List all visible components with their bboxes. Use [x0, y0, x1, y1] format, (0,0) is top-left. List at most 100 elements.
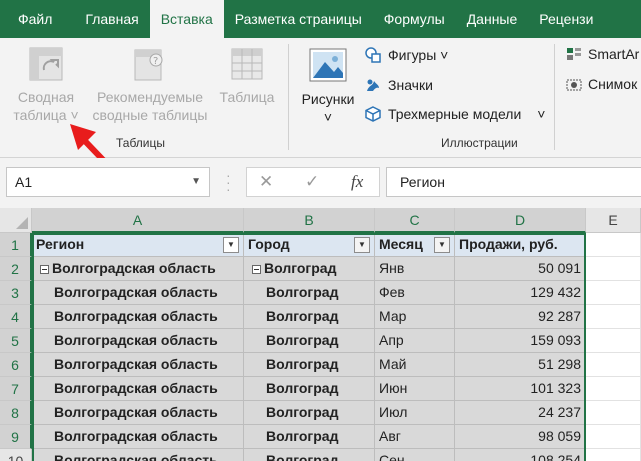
name-box[interactable]: A1 ▼: [6, 167, 210, 197]
row-header[interactable]: 3: [0, 281, 32, 305]
table-cell[interactable]: Волгоград: [244, 449, 375, 461]
table-cell[interactable]: 24 237: [455, 401, 586, 425]
table-cell[interactable]: Волгоград: [244, 353, 375, 377]
shapes-button[interactable]: Фигуры ˅: [364, 46, 448, 64]
empty-cell[interactable]: [586, 377, 641, 401]
tab-insert[interactable]: Вставка: [149, 0, 224, 38]
empty-cell[interactable]: [586, 425, 641, 449]
table-cell[interactable]: 50 091: [455, 257, 586, 281]
empty-cell[interactable]: [586, 257, 641, 281]
table-cell[interactable]: Волгоградская область: [32, 401, 244, 425]
table-cell[interactable]: 101 323: [455, 377, 586, 401]
filter-dropdown-icon[interactable]: ▼: [434, 237, 450, 253]
table-cell[interactable]: Мар: [375, 305, 455, 329]
empty-cell[interactable]: [586, 449, 641, 461]
table-cell[interactable]: Волгоград: [244, 305, 375, 329]
table-cell[interactable]: Волгоград: [244, 425, 375, 449]
table-cell[interactable]: Волгоградская область: [32, 257, 244, 281]
pivot-table-button[interactable]: Сводная таблица ˅: [8, 46, 84, 124]
column-header-d[interactable]: D: [455, 208, 586, 233]
row-header[interactable]: 5: [0, 329, 32, 353]
3d-models-button[interactable]: Трехмерные модели ˅: [364, 105, 545, 123]
tab-formulas[interactable]: Формулы: [373, 0, 456, 38]
empty-cell[interactable]: [586, 281, 641, 305]
chevron-down-icon[interactable]: ▼: [191, 168, 201, 196]
table-cell[interactable]: Июл: [375, 401, 455, 425]
recommended-pivot-button[interactable]: ? Рекомендуемые сводные таблицы: [88, 46, 212, 124]
empty-cell[interactable]: [586, 329, 641, 353]
filter-active-icon[interactable]: ▼: [223, 237, 239, 253]
column-header-e[interactable]: E: [586, 208, 641, 233]
tab-page-layout[interactable]: Разметка страницы: [224, 0, 373, 38]
table-cell[interactable]: 92 287: [455, 305, 586, 329]
table-cell[interactable]: Апр: [375, 329, 455, 353]
pivot-header-cell[interactable]: Регион ▼: [32, 233, 244, 257]
insert-function-icon[interactable]: fx: [351, 168, 363, 196]
row-header[interactable]: 2: [0, 257, 32, 281]
select-all-corner[interactable]: [0, 208, 32, 233]
filter-dropdown-icon[interactable]: ▼: [354, 237, 370, 253]
3d-models-dropdown[interactable]: ˅: [537, 106, 545, 122]
row-header[interactable]: 6: [0, 353, 32, 377]
cancel-icon[interactable]: ✕: [259, 168, 273, 196]
cell-value: 50 091: [538, 260, 581, 276]
pivot-header-cell[interactable]: Продажи, руб.: [455, 233, 586, 257]
collapse-icon[interactable]: [252, 265, 261, 274]
tab-file[interactable]: Файл: [0, 0, 74, 38]
table-cell[interactable]: Волгоградская область: [32, 449, 244, 461]
screenshot-button[interactable]: Снимок: [566, 76, 637, 92]
table-cell[interactable]: Волгоград: [244, 377, 375, 401]
table-cell[interactable]: Сен: [375, 449, 455, 461]
formula-input[interactable]: Регион: [386, 167, 641, 197]
table-cell[interactable]: Волгоградская область: [32, 281, 244, 305]
collapse-icon[interactable]: [40, 265, 49, 274]
pivot-table-label-1: Сводная: [17, 89, 75, 105]
column-header-a[interactable]: A: [32, 208, 244, 233]
row-header[interactable]: 4: [0, 305, 32, 329]
row-header[interactable]: 1: [0, 233, 32, 257]
smartart-button[interactable]: SmartAr: [566, 46, 639, 62]
enter-icon[interactable]: ✓: [305, 168, 319, 196]
empty-cell[interactable]: [586, 353, 641, 377]
table-cell[interactable]: Волгоград: [244, 281, 375, 305]
row-header[interactable]: 7: [0, 377, 32, 401]
illustrations-group-label: Иллюстрации: [441, 136, 518, 150]
table-cell[interactable]: Янв: [375, 257, 455, 281]
tab-review[interactable]: Рецензи: [528, 0, 604, 38]
table-cell[interactable]: Волгоград: [244, 401, 375, 425]
row-header[interactable]: 8: [0, 401, 32, 425]
table-cell[interactable]: Авг: [375, 425, 455, 449]
row-header[interactable]: 10: [0, 449, 32, 461]
table-cell[interactable]: Волгоградская область: [32, 329, 244, 353]
column-header-b[interactable]: B: [244, 208, 375, 233]
pivot-header-cell[interactable]: Город ▼: [244, 233, 375, 257]
table-cell[interactable]: 51 298: [455, 353, 586, 377]
table-cell[interactable]: Волгоградская область: [32, 377, 244, 401]
empty-cell[interactable]: [586, 401, 641, 425]
table-cell[interactable]: 98 059: [455, 425, 586, 449]
table-cell[interactable]: Волгоградская область: [32, 425, 244, 449]
empty-cell[interactable]: [586, 305, 641, 329]
icons-button[interactable]: Значки: [364, 76, 433, 94]
table-cell[interactable]: 108 254: [455, 449, 586, 461]
table-cell[interactable]: 129 432: [455, 281, 586, 305]
cell-value: 92 287: [538, 308, 581, 324]
table-cell[interactable]: Волгоград: [244, 329, 375, 353]
camera-icon: [566, 79, 582, 91]
table-cell[interactable]: Волгоградская область: [32, 353, 244, 377]
table-cell[interactable]: Фев: [375, 281, 455, 305]
tab-data[interactable]: Данные: [456, 0, 529, 38]
pivot-header-cell[interactable]: Месяц ▼: [375, 233, 455, 257]
column-header-c[interactable]: C: [375, 208, 455, 233]
table-cell[interactable]: Волгоградская область: [32, 305, 244, 329]
pictures-button[interactable]: Рисунки ˅: [296, 46, 360, 126]
row-header[interactable]: 9: [0, 425, 32, 449]
table-cell[interactable]: 159 093: [455, 329, 586, 353]
empty-cell[interactable]: [586, 233, 641, 257]
table-cell[interactable]: Май: [375, 353, 455, 377]
table-button[interactable]: Таблица: [214, 46, 280, 106]
table-cell[interactable]: Июн: [375, 377, 455, 401]
header-text: Продажи, руб.: [459, 236, 558, 252]
tab-home[interactable]: Главная: [74, 0, 149, 38]
table-cell[interactable]: Волгоград: [244, 257, 375, 281]
